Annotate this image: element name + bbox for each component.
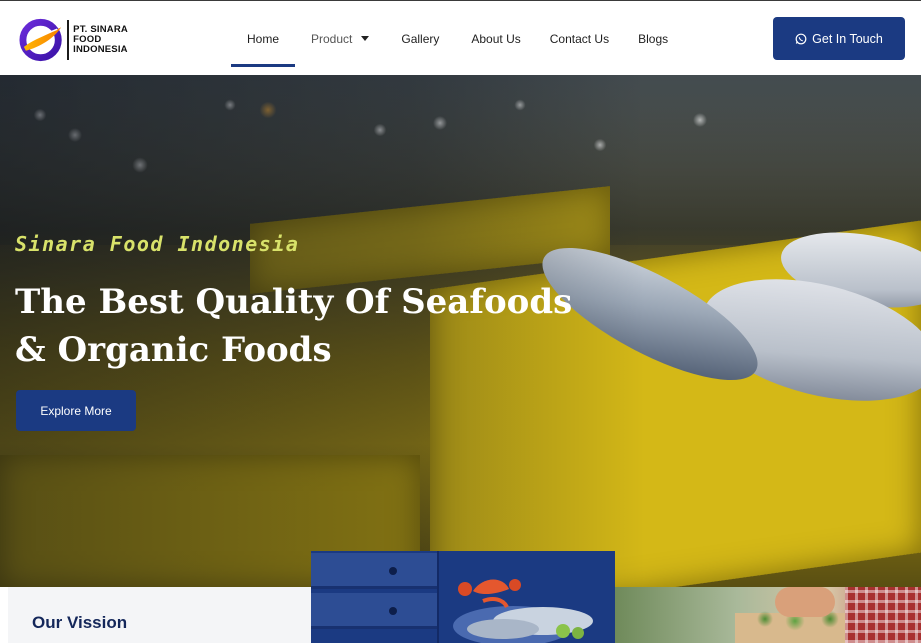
hero-banner: Sinara Food Indonesia The Best Quality O… <box>0 75 921 587</box>
hero-kicker: Sinara Food Indonesia <box>15 232 300 256</box>
get-in-touch-button[interactable]: Get In Touch <box>773 17 905 60</box>
freezer-drawer <box>311 593 437 629</box>
company-logo[interactable]: PT. SINARA FOOD INDONESIA <box>18 17 138 63</box>
nav-item-label: Contact Us <box>549 31 610 46</box>
explore-more-button[interactable]: Explore More <box>16 390 136 431</box>
nav-item-product[interactable]: Product <box>311 1 370 76</box>
whatsapp-icon <box>795 33 807 44</box>
main-nav: Home Product Gallery About Us Contact Us… <box>231 1 668 76</box>
logo-divider <box>67 20 70 60</box>
logo-line-3: INDONESIA <box>73 44 128 55</box>
caret-down-icon <box>361 36 370 41</box>
get-in-touch-label: Get In Touch <box>812 31 883 46</box>
hand <box>775 587 835 617</box>
seafood-illustration-icon <box>453 579 593 643</box>
plaid-shirt <box>845 587 921 643</box>
nav-item-contact-us[interactable]: Contact Us <box>550 1 609 76</box>
nav-item-label: Product <box>311 31 353 46</box>
logo-mark-icon <box>19 18 62 62</box>
hero-title-line-1: The Best Quality Of Seafoods <box>15 282 573 322</box>
product-showcase-card <box>311 551 615 643</box>
site-header: PT. SINARA FOOD INDONESIA Home Product G… <box>0 0 921 75</box>
nav-item-label: Gallery <box>401 31 440 46</box>
drawer-edge <box>437 551 439 643</box>
nav-item-gallery[interactable]: Gallery <box>401 1 439 76</box>
nav-item-home[interactable]: Home <box>231 1 295 76</box>
organic-produce-photo <box>615 587 921 643</box>
nav-item-about-us[interactable]: About Us <box>471 1 520 76</box>
nav-item-blogs[interactable]: Blogs <box>638 1 668 76</box>
drawer-knob <box>389 567 397 575</box>
hero-title: The Best Quality Of Seafoods & Organic F… <box>15 278 575 374</box>
logo-wordmark: PT. SINARA FOOD INDONESIA <box>73 25 138 55</box>
drawer-knob <box>389 607 397 615</box>
freezer-drawer <box>311 553 437 589</box>
vision-title: Our Vission <box>32 613 128 632</box>
nav-item-label: Blogs <box>638 31 669 46</box>
vision-card: Our Vission <box>8 587 311 643</box>
explore-more-label: Explore More <box>40 403 112 418</box>
nav-item-label: Home <box>246 31 279 46</box>
hero-title-line-2: & Organic Foods <box>15 330 332 370</box>
nav-item-label: About Us <box>471 31 521 46</box>
